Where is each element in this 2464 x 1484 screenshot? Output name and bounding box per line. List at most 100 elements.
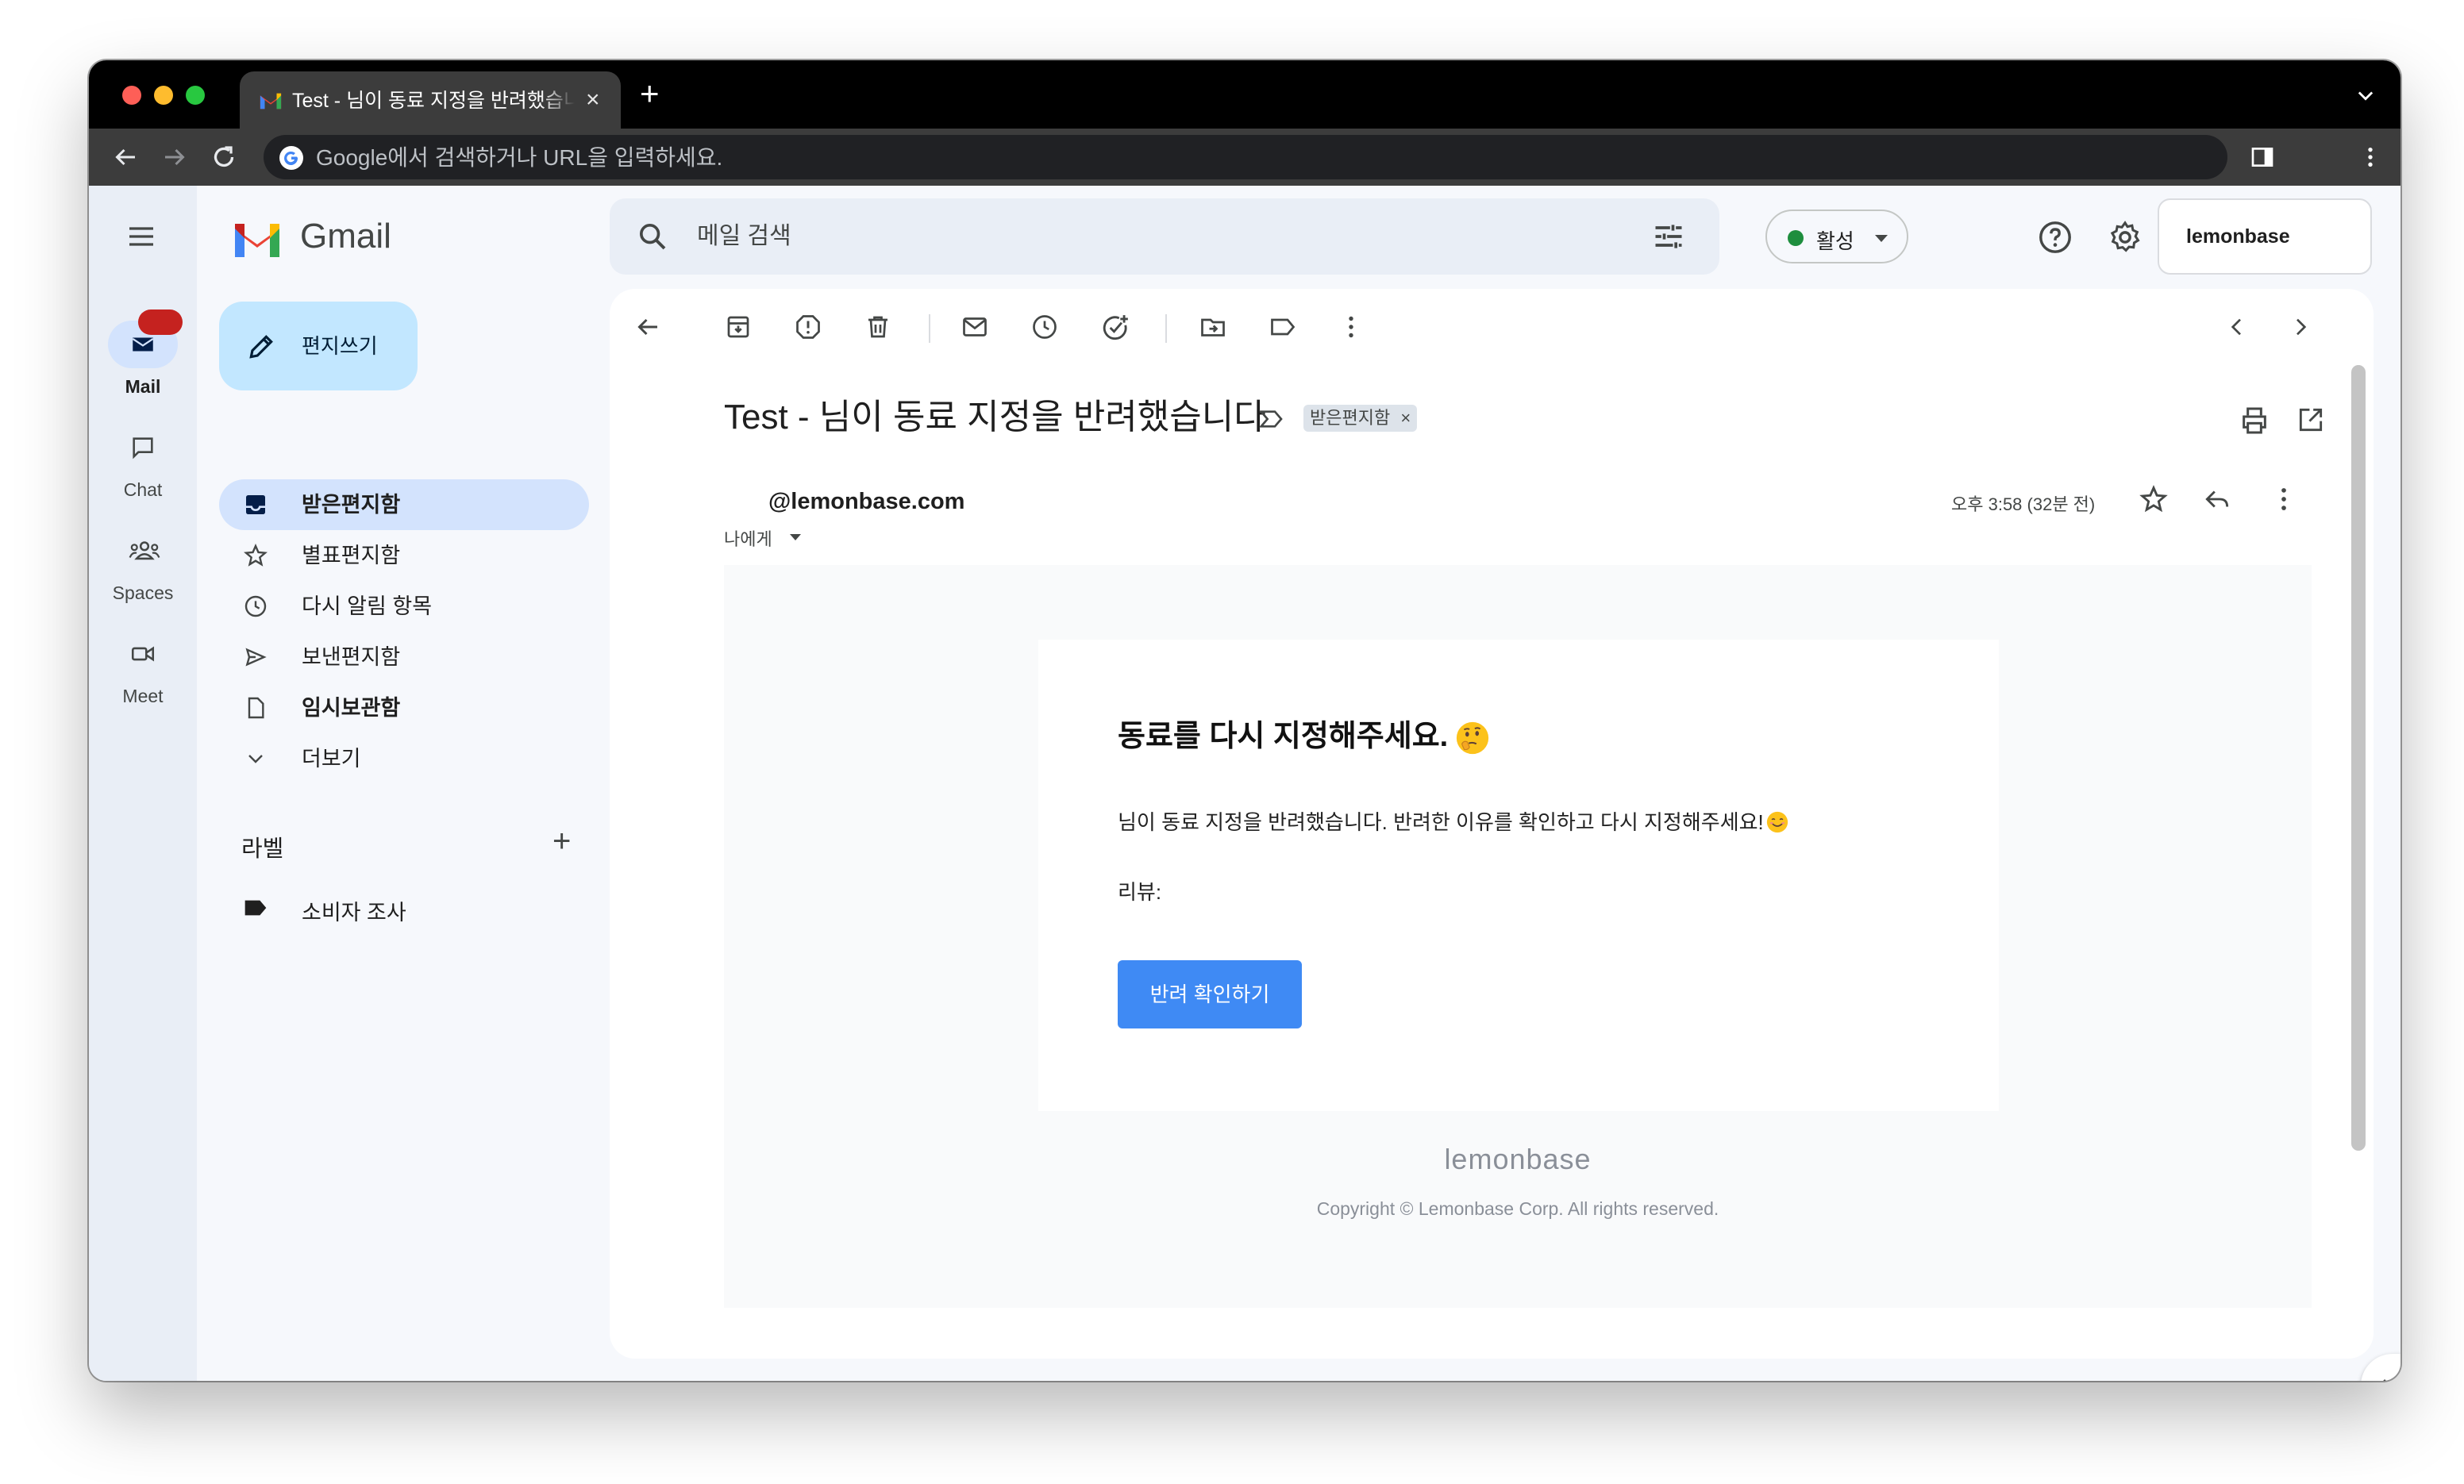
rail-item-meet[interactable]: Meet <box>89 630 197 717</box>
remove-label-icon[interactable]: × <box>1400 405 1411 432</box>
compose-button[interactable]: 편지쓰기 <box>219 302 418 390</box>
maximize-window-button[interactable] <box>186 86 205 105</box>
newer-message-chevron-icon[interactable] <box>2224 313 2250 341</box>
search-options-icon[interactable] <box>1651 219 1686 254</box>
rail-label-meet: Meet <box>122 686 164 706</box>
google-g-icon <box>279 146 303 170</box>
older-message-chevron-icon[interactable] <box>2288 313 2313 341</box>
side-panel-icon[interactable] <box>2250 144 2275 170</box>
mark-unread-icon[interactable] <box>961 313 989 341</box>
reload-icon[interactable] <box>210 143 238 171</box>
close-window-button[interactable] <box>122 86 141 105</box>
label-name: 소비자 조사 <box>302 901 406 925</box>
email-content: 동료를 다시 지정해주세요. 님이 동료 지정을 반려했습니다. 반려한 이유를… <box>724 565 2312 1308</box>
sidebar-item-more[interactable]: 더보기 <box>219 733 589 784</box>
label-tag-icon[interactable] <box>1269 313 1297 341</box>
delete-trash-icon[interactable] <box>864 313 892 341</box>
gmail-logo-text[interactable]: Gmail <box>300 216 391 257</box>
add-label-button[interactable]: + <box>552 824 571 859</box>
report-spam-icon[interactable] <box>794 313 822 341</box>
meet-icon <box>131 646 155 662</box>
browser-menu-icon[interactable] <box>2358 144 2383 170</box>
sidebar-item-drafts[interactable]: 임시보관함 <box>219 682 589 733</box>
pencil-icon <box>249 335 273 359</box>
status-dropdown[interactable]: 활성 <box>1765 210 1908 263</box>
snooze-clock-icon[interactable] <box>1030 313 1059 341</box>
unread-badge <box>138 309 183 335</box>
main-menu-icon[interactable] <box>124 221 159 252</box>
star-message-icon[interactable] <box>2139 484 2169 514</box>
new-tab-button[interactable]: + <box>640 77 660 110</box>
print-icon[interactable] <box>2239 405 2270 436</box>
message-more-icon[interactable] <box>2269 484 2299 514</box>
sidebar-item-starred[interactable]: 별표편지함 <box>219 530 589 581</box>
archive-icon[interactable] <box>724 313 753 341</box>
app-rail: Mail Chat Spaces Meet <box>89 186 197 1381</box>
inbox-label-chip[interactable]: 받은편지함 × <box>1303 405 1418 432</box>
tab-close-icon[interactable]: × <box>586 87 600 113</box>
rail-item-spaces[interactable]: Spaces <box>89 527 197 614</box>
draft-icon <box>248 697 264 719</box>
address-bar[interactable]: Google에서 검색하거나 URL을 입력하세요. <box>264 135 2227 179</box>
back-to-inbox-icon[interactable] <box>633 313 662 341</box>
sidebar-item-snoozed[interactable]: 다시 알림 항목 <box>219 581 589 632</box>
confirm-rejection-button[interactable]: 반려 확인하기 <box>1118 960 1302 1028</box>
back-arrow-icon[interactable] <box>111 143 140 171</box>
sidebar-item-sent[interactable]: 보낸편지함 <box>219 632 589 682</box>
add-to-tasks-icon[interactable] <box>1100 313 1130 343</box>
sidebar-label-more: 더보기 <box>302 747 361 771</box>
recipient-label[interactable]: 나에게 <box>724 525 772 551</box>
chat-icon <box>133 437 153 459</box>
sidebar-label-inbox: 받은편지함 <box>302 493 401 517</box>
rail-item-mail[interactable]: Mail <box>89 309 197 408</box>
message-view: Test - 님이 동료 지정을 반려했습니다 받은편지함 × @lemonba… <box>610 289 2374 1359</box>
rail-label-chat: Chat <box>123 479 163 500</box>
open-new-window-icon[interactable] <box>2296 405 2326 435</box>
reply-icon[interactable] <box>2202 484 2232 514</box>
help-icon[interactable] <box>2037 219 2073 256</box>
forward-arrow-icon[interactable] <box>160 143 189 171</box>
sidebar-item-inbox[interactable]: 받은편지함 <box>219 479 589 530</box>
email-card: 동료를 다시 지정해주세요. 님이 동료 지정을 반려했습니다. 반려한 이유를… <box>1038 640 1999 1111</box>
gmail-favicon-icon <box>260 93 282 110</box>
label-icon <box>244 900 267 916</box>
sender-address[interactable]: @lemonbase.com <box>768 489 964 515</box>
tab-title: Test - 님이 동료 지정을 반려했습니다 <box>292 90 575 112</box>
settings-gear-icon[interactable] <box>2107 219 2143 256</box>
sidebar: Gmail 편지쓰기 받은편지함 별표편지함 다시 알림 항목 보낸편지함 임시… <box>197 186 603 1381</box>
more-options-icon[interactable] <box>1337 313 1365 341</box>
sidebar-label-sent: 보낸편지함 <box>302 645 401 669</box>
sidebar-label-starred: 별표편지함 <box>302 544 401 567</box>
rail-label-spaces: Spaces <box>112 582 174 603</box>
search-icon[interactable] <box>637 221 668 252</box>
clock-icon <box>244 595 267 617</box>
gmail-logo-icon[interactable] <box>232 219 283 257</box>
send-icon <box>245 648 267 667</box>
chevron-left-icon <box>2383 1379 2386 1381</box>
smiling-face-icon <box>1766 811 1788 833</box>
search-input[interactable]: 메일 검색 <box>697 222 791 251</box>
minimize-window-button[interactable] <box>154 86 173 105</box>
mail-search-bar[interactable]: 메일 검색 <box>610 198 1719 275</box>
tab-search-chevron-icon[interactable] <box>2354 84 2377 106</box>
status-dot <box>1788 230 1804 246</box>
rail-item-chat[interactable]: Chat <box>89 424 197 511</box>
email-heading: 동료를 다시 지정해주세요. <box>1118 716 1491 757</box>
scrollbar-thumb[interactable] <box>2351 365 2366 1151</box>
move-to-folder-icon[interactable] <box>1199 313 1227 341</box>
gmail-app: Mail Chat Spaces Meet Gmail 편지쓰기 받은편지함 별… <box>89 186 2400 1381</box>
review-label: 리뷰: <box>1118 880 1162 904</box>
message-subject: Test - 님이 동료 지정을 반려했습니다 <box>724 398 1266 436</box>
browser-tab[interactable]: Test - 님이 동료 지정을 반려했습니다 × <box>240 71 621 129</box>
caret-down-icon <box>1875 235 1888 242</box>
account-switcher[interactable]: lemonbase <box>2158 198 2372 275</box>
account-name: lemonbase <box>2186 225 2290 248</box>
browser-toolbar: Google에서 검색하거나 URL을 입력하세요. <box>89 129 2400 186</box>
thinking-face-icon <box>1457 721 1489 755</box>
sidebar-item-label-survey[interactable]: 소비자 조사 <box>219 882 589 933</box>
tab-bar: Test - 님이 동료 지정을 반려했습니다 × + <box>89 60 2400 129</box>
recipient-details-caret-icon[interactable] <box>789 533 802 541</box>
importance-marker-icon[interactable] <box>1259 408 1284 430</box>
side-panel-toggle-button[interactable] <box>2361 1354 2400 1381</box>
chevron-down-icon <box>248 755 263 763</box>
